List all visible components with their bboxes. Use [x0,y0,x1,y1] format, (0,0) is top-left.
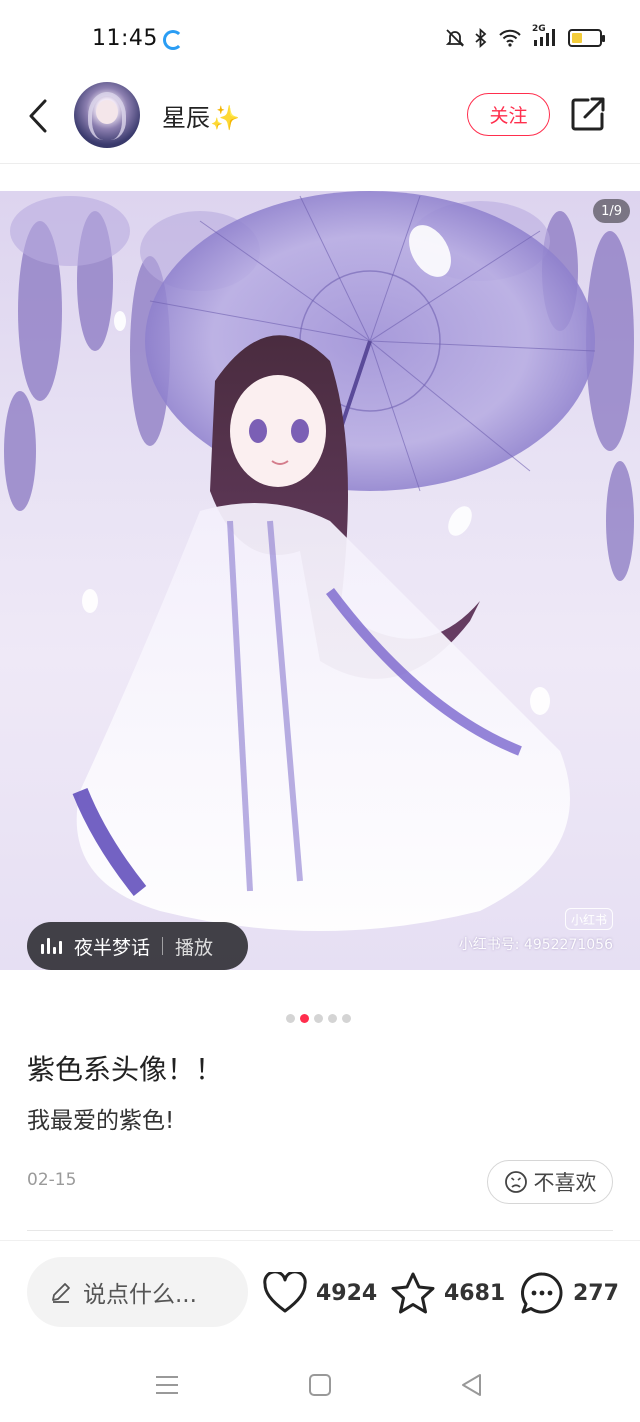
post-date: 02-15 [27,1170,77,1190]
status-time: 11:45 [92,26,158,51]
comment-count: 277 [573,1280,619,1306]
square-home-icon [309,1374,331,1396]
collect-count: 4681 [444,1280,506,1306]
post-title: 紫色系头像！！ [27,1053,224,1086]
like-button[interactable]: 4924 [262,1268,377,1318]
system-nav-bar [0,1350,640,1422]
home-button[interactable] [305,1370,335,1400]
watermark-id: 小红书号: 4952271056 [458,937,613,953]
author-name[interactable]: 星辰✨ [162,98,240,133]
dislike-label: 不喜欢 [533,1171,597,1195]
post-body: 我最爱的紫色! [27,1108,175,1134]
wifi-icon [499,29,521,47]
recent-apps-button[interactable] [152,1370,182,1400]
pagination-dot-active [300,1014,309,1023]
pagination-dot [328,1014,337,1023]
chevron-left-icon [29,99,47,133]
music-divider [162,937,164,955]
pagination-dot [314,1014,323,1023]
collect-button[interactable]: 4681 [390,1268,505,1318]
divider [27,1230,613,1231]
sad-face-icon [504,1171,527,1193]
share-icon [571,97,605,131]
audio-bars-icon [41,938,62,954]
like-count: 4924 [316,1280,378,1306]
heart-icon [263,1272,307,1313]
bluetooth-icon [475,28,487,48]
pencil-icon [52,1283,70,1303]
comment-placeholder: 说点什么... [83,1282,197,1308]
triangle-back-icon [462,1374,481,1396]
status-icons: 2G [446,24,605,48]
pagination-dot [286,1014,295,1023]
signal-strength-icon: 2G [532,24,558,48]
share-button[interactable] [568,94,608,134]
post-header: 星辰✨ 关注 [0,80,640,164]
carousel-pagination [286,1014,351,1023]
pagination-dot [342,1014,351,1023]
music-player-pill[interactable]: 夜半梦话 播放 [27,922,248,970]
music-play-button[interactable]: 播放 [175,933,213,960]
battery-icon [568,29,605,47]
status-bar: 11:45 2G [0,0,640,80]
back-button[interactable] [20,94,56,138]
dislike-button[interactable]: 不喜欢 [487,1160,613,1204]
loading-spinner-icon [163,30,183,50]
star-icon [391,1272,435,1314]
comment-bubble-icon [521,1272,563,1314]
menu-lines-icon [156,1376,178,1394]
system-back-button[interactable] [457,1370,487,1400]
image-carousel[interactable]: 1/9 小红书 小红书号: 4952271056 夜半梦话 播放 [0,191,640,970]
page-counter: 1/9 [593,199,630,223]
follow-button[interactable]: 关注 [467,93,550,136]
avatar[interactable] [74,82,140,148]
post-image [4,191,634,931]
divider [0,1240,640,1241]
comment-input[interactable]: 说点什么... [27,1257,248,1327]
comments-button[interactable]: 277 [519,1268,619,1318]
mute-bell-icon [446,29,464,47]
music-title: 夜半梦话 [74,936,151,959]
watermark-logo: 小红书 [565,908,613,930]
